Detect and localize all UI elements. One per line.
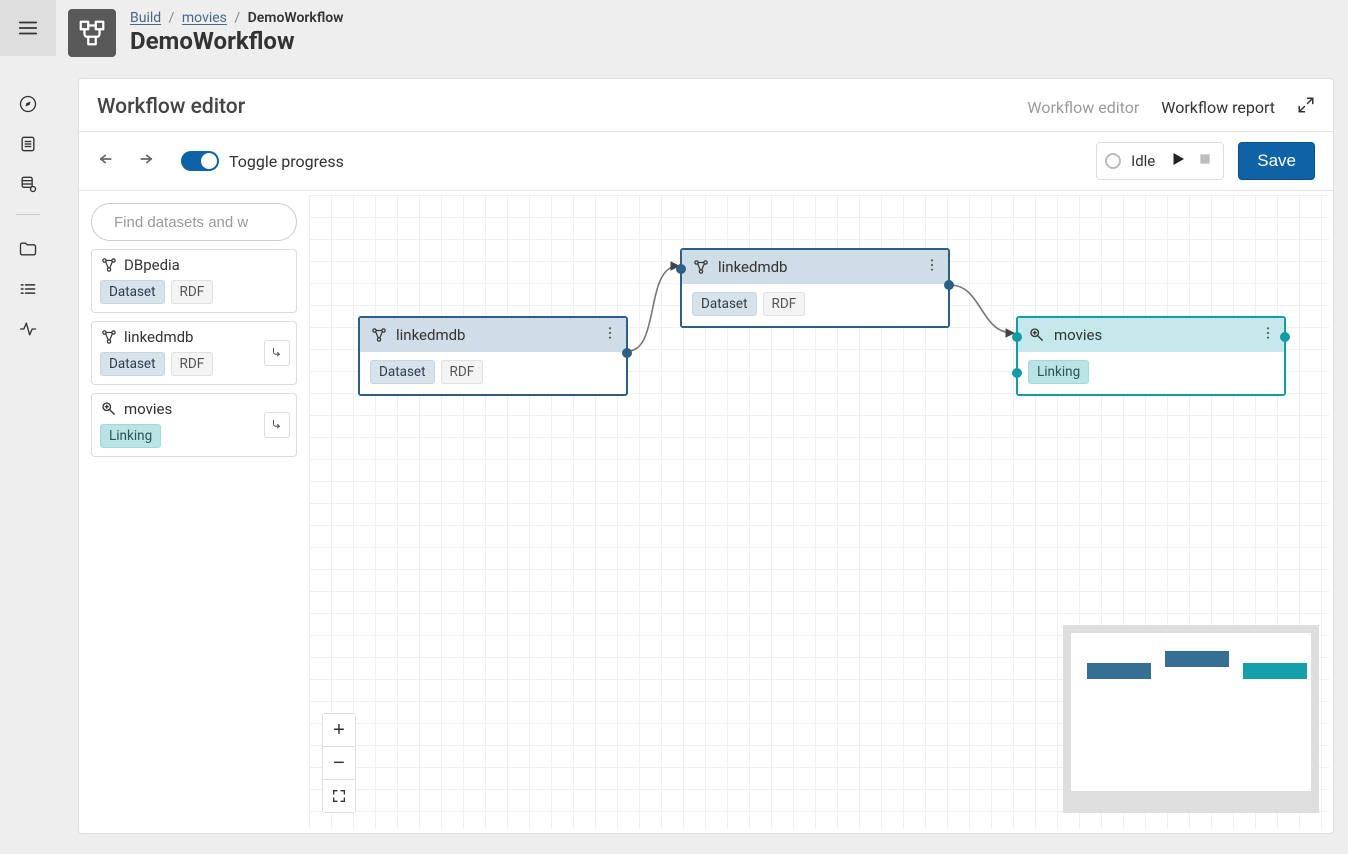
undo-button[interactable] [97,148,119,174]
tag-linking: Linking [1028,360,1089,384]
palette-item-movies[interactable]: movies Linking [91,393,297,457]
menu-toggle-button[interactable] [0,0,56,56]
palette-item-title: movies [124,400,172,418]
nav-rail [0,0,56,854]
expand-icon[interactable] [1297,96,1315,118]
node-output-port[interactable] [944,280,954,290]
node-linkedmdb-1[interactable]: linkedmdb Dataset RDF [358,316,628,396]
idle-label: Idle [1131,152,1155,170]
activity-icon[interactable] [0,309,56,349]
tag-rdf: RDF [171,280,214,304]
breadcrumb-current: DemoWorkflow [248,10,344,26]
card-title: Workflow editor [97,95,245,119]
workflow-canvas[interactable]: linkedmdb Dataset RDF [309,195,1329,829]
tag-rdf: RDF [171,352,214,376]
tab-report[interactable]: Workflow report [1161,98,1275,117]
minimap[interactable] [1063,625,1319,813]
breadcrumb: Build / movies / DemoWorkflow [130,10,344,26]
toggle-progress-label: Toggle progress [229,152,344,171]
node-input-port[interactable] [676,264,686,274]
node-menu-button[interactable] [924,257,940,277]
tag-rdf: RDF [763,292,806,316]
search-input-wrap[interactable] [91,203,297,241]
redo-button[interactable] [133,148,155,174]
node-title: movies [1054,326,1102,344]
node-movies[interactable]: movies Linking [1016,316,1286,396]
tag-rdf: RDF [441,360,484,384]
tag-dataset: Dataset [100,280,165,304]
node-input-port[interactable] [1012,332,1022,342]
node-title: linkedmdb [718,258,788,276]
node-output-port[interactable] [1280,332,1290,342]
app-logo [68,9,116,57]
breadcrumb-build[interactable]: Build [130,10,161,26]
node-title: linkedmdb [396,326,466,344]
page-title: DemoWorkflow [130,28,344,56]
node-menu-button[interactable] [1260,325,1276,345]
topbar: Build / movies / DemoWorkflow DemoWorkfl… [56,0,1348,66]
node-input-port[interactable] [1012,368,1022,378]
zoom-out-button[interactable]: − [322,746,356,780]
insert-button[interactable] [264,412,290,438]
run-status-pill: Idle [1096,142,1224,180]
palette-item-title: linkedmdb [124,328,194,346]
database-icon[interactable] [0,164,56,204]
tag-dataset: Dataset [100,352,165,376]
palette-item-dbpedia[interactable]: DBpedia Dataset RDF [91,249,297,313]
node-linkedmdb-2[interactable]: linkedmdb Dataset RDF [680,248,950,328]
workflow-card: Workflow editor Workflow editor Workflow… [78,78,1334,834]
tag-linking: Linking [100,424,161,448]
node-output-port[interactable] [622,348,632,358]
palette-item-title: DBpedia [124,256,180,274]
stop-button[interactable] [1197,151,1213,171]
tag-dataset: Dataset [370,360,435,384]
list-icon[interactable] [0,124,56,164]
tab-editor[interactable]: Workflow editor [1027,98,1139,117]
zoom-fit-button[interactable] [322,779,356,813]
zoom-in-button[interactable]: + [322,713,356,747]
breadcrumb-project[interactable]: movies [182,10,227,26]
toggle-progress-switch[interactable] [181,151,219,171]
rail-divider [16,214,40,215]
rows-icon[interactable] [0,269,56,309]
save-button[interactable]: Save [1238,142,1315,180]
play-button[interactable] [1169,150,1187,172]
idle-indicator-icon [1105,153,1121,169]
search-input[interactable] [112,213,315,232]
node-menu-button[interactable] [602,325,618,345]
compass-icon[interactable] [0,84,56,124]
folder-icon[interactable] [0,229,56,269]
palette-item-linkedmdb[interactable]: linkedmdb Dataset RDF [91,321,297,385]
insert-button[interactable] [264,340,290,366]
zoom-controls: + − [322,713,356,813]
palette-sidebar: DBpedia Dataset RDF linkedmdb [79,191,309,833]
tag-dataset: Dataset [692,292,757,316]
